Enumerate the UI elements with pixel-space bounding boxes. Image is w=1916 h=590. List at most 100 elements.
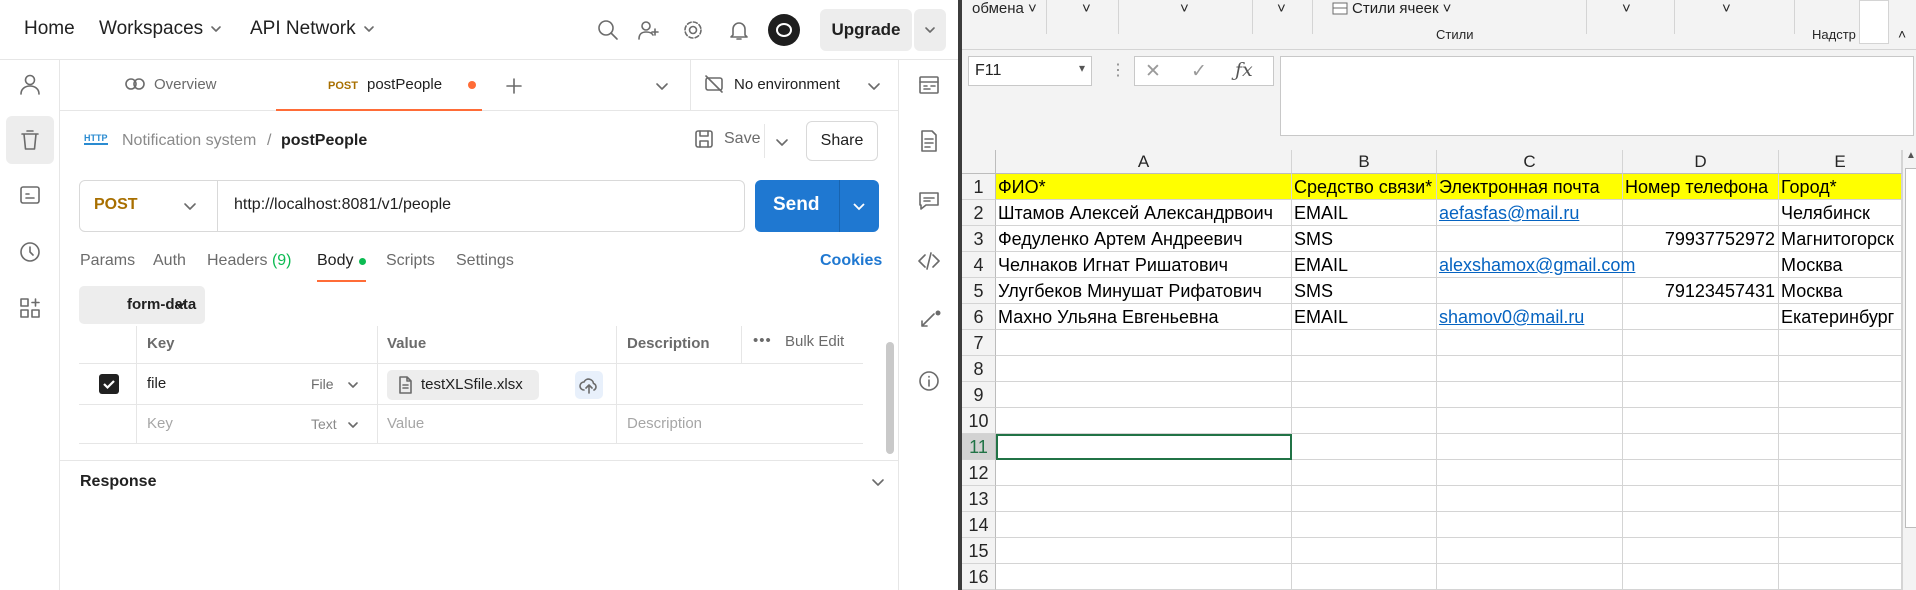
cell[interactable]: [1623, 252, 1779, 278]
row-header-5[interactable]: 5: [962, 278, 996, 304]
apps-grid-icon[interactable]: [18, 296, 42, 320]
row-header-7[interactable]: 7: [962, 330, 996, 356]
response-panel-title[interactable]: Response: [80, 473, 156, 491]
column-header-a[interactable]: A: [996, 150, 1292, 174]
more-options-icon[interactable]: •••: [753, 332, 772, 349]
cell[interactable]: [1779, 460, 1902, 486]
cell[interactable]: 79123457431: [1623, 278, 1779, 304]
cell[interactable]: [1292, 564, 1437, 590]
cell[interactable]: [1437, 512, 1623, 538]
cell[interactable]: Екатеринбург: [1779, 304, 1902, 330]
cell[interactable]: [1292, 408, 1437, 434]
new-value-input[interactable]: Value: [387, 415, 424, 432]
column-header-b[interactable]: B: [1292, 150, 1437, 174]
file-chip[interactable]: testXLSfile.xlsx: [387, 370, 539, 400]
avatar[interactable]: [768, 14, 800, 46]
cell[interactable]: Москва: [1779, 252, 1902, 278]
tab-headers[interactable]: Headers (9): [207, 252, 292, 270]
cell[interactable]: [1623, 330, 1779, 356]
cell[interactable]: EMAIL: [1292, 304, 1437, 330]
upload-cloud-button[interactable]: [575, 371, 603, 399]
cell[interactable]: [1437, 278, 1623, 304]
cell[interactable]: [996, 512, 1292, 538]
new-description-input[interactable]: Description: [627, 415, 702, 432]
search-icon[interactable]: [597, 19, 619, 41]
cell[interactable]: EMAIL: [1292, 200, 1437, 226]
tab-params[interactable]: Params: [80, 252, 135, 270]
chevron-down-icon[interactable]: [347, 419, 359, 431]
scrollbar-thumb[interactable]: [1905, 168, 1916, 528]
cells-group-dropdown[interactable]: ˅: [1622, 0, 1631, 17]
cell[interactable]: [1437, 564, 1623, 590]
cell[interactable]: [1437, 382, 1623, 408]
cell[interactable]: [1779, 538, 1902, 564]
cell[interactable]: Махно Ульяна Евгеньевна: [996, 304, 1292, 330]
cell[interactable]: [1437, 408, 1623, 434]
cell[interactable]: alexshamox@gmail.com: [1437, 252, 1635, 278]
environment-selector[interactable]: No environment: [704, 74, 840, 94]
documentation-icon[interactable]: [919, 130, 939, 152]
environment-icon[interactable]: [18, 184, 42, 208]
upgrade-button[interactable]: Upgrade: [820, 9, 912, 51]
nav-workspaces[interactable]: Workspaces: [99, 18, 223, 40]
cell[interactable]: [1623, 200, 1779, 226]
cell[interactable]: Москва: [1779, 278, 1902, 304]
cell[interactable]: aefasfas@mail.ru: [1437, 200, 1623, 226]
cell[interactable]: [996, 460, 1292, 486]
tab-auth[interactable]: Auth: [153, 252, 186, 270]
cell[interactable]: [1437, 226, 1623, 252]
collapse-ribbon-icon[interactable]: ˄: [1898, 26, 1906, 42]
cell[interactable]: Федуленко Артем Андреевич: [996, 226, 1292, 252]
cell[interactable]: [1779, 512, 1902, 538]
header-cell[interactable]: Электронная почта: [1437, 174, 1623, 200]
cell[interactable]: [1623, 512, 1779, 538]
header-cell[interactable]: ФИО*: [996, 174, 1292, 200]
cell[interactable]: [1623, 538, 1779, 564]
cell[interactable]: [1292, 382, 1437, 408]
new-tab-plus-icon[interactable]: [504, 76, 524, 96]
cell[interactable]: [1437, 330, 1623, 356]
cell[interactable]: Челнаков Игнат Ришатович: [996, 252, 1292, 278]
row-header-8[interactable]: 8: [962, 356, 996, 382]
settings-gear-icon[interactable]: [682, 19, 704, 41]
scrollbar-thumb[interactable]: [886, 342, 894, 454]
new-row-type-selector[interactable]: Text: [311, 416, 337, 432]
cell[interactable]: [1292, 434, 1437, 460]
cell[interactable]: [1779, 486, 1902, 512]
row-header-4[interactable]: 4: [962, 252, 996, 278]
cell[interactable]: [1437, 460, 1623, 486]
info-icon[interactable]: [918, 370, 940, 392]
row-header-16[interactable]: 16: [962, 564, 996, 590]
upgrade-dropdown-button[interactable]: [914, 9, 946, 51]
cell[interactable]: SMS: [1292, 278, 1437, 304]
share-button[interactable]: Share: [806, 121, 878, 161]
code-icon[interactable]: [917, 250, 941, 272]
cell[interactable]: [1292, 538, 1437, 564]
chevron-down-icon[interactable]: [870, 474, 886, 490]
header-cell[interactable]: Номер телефона: [1623, 174, 1779, 200]
row-header-1[interactable]: 1: [962, 174, 996, 200]
tab-body[interactable]: Body: [317, 252, 367, 282]
invite-user-icon[interactable]: [638, 19, 660, 41]
bell-icon[interactable]: [728, 19, 750, 41]
row-type-selector[interactable]: File: [311, 376, 334, 392]
cell[interactable]: [1779, 564, 1902, 590]
row-enabled-checkbox[interactable]: [99, 374, 119, 394]
cell[interactable]: Челябинск: [1779, 200, 1902, 226]
cell[interactable]: Улугбеков Минушат Рифатович: [996, 278, 1292, 304]
history-icon[interactable]: [18, 240, 42, 264]
tab-settings[interactable]: Settings: [456, 252, 514, 270]
cell[interactable]: [1623, 408, 1779, 434]
row-header-6[interactable]: 6: [962, 304, 996, 330]
cell[interactable]: [996, 564, 1292, 590]
cell[interactable]: [996, 408, 1292, 434]
cell[interactable]: [996, 356, 1292, 382]
select-all-corner[interactable]: [962, 150, 996, 174]
row-header-13[interactable]: 13: [962, 486, 996, 512]
row-header-14[interactable]: 14: [962, 512, 996, 538]
comments-icon[interactable]: [918, 190, 940, 212]
cell[interactable]: [996, 382, 1292, 408]
name-box-dropdown-icon[interactable]: ▾: [1079, 61, 1085, 75]
user-icon[interactable]: [18, 72, 42, 96]
cell[interactable]: [1437, 538, 1623, 564]
